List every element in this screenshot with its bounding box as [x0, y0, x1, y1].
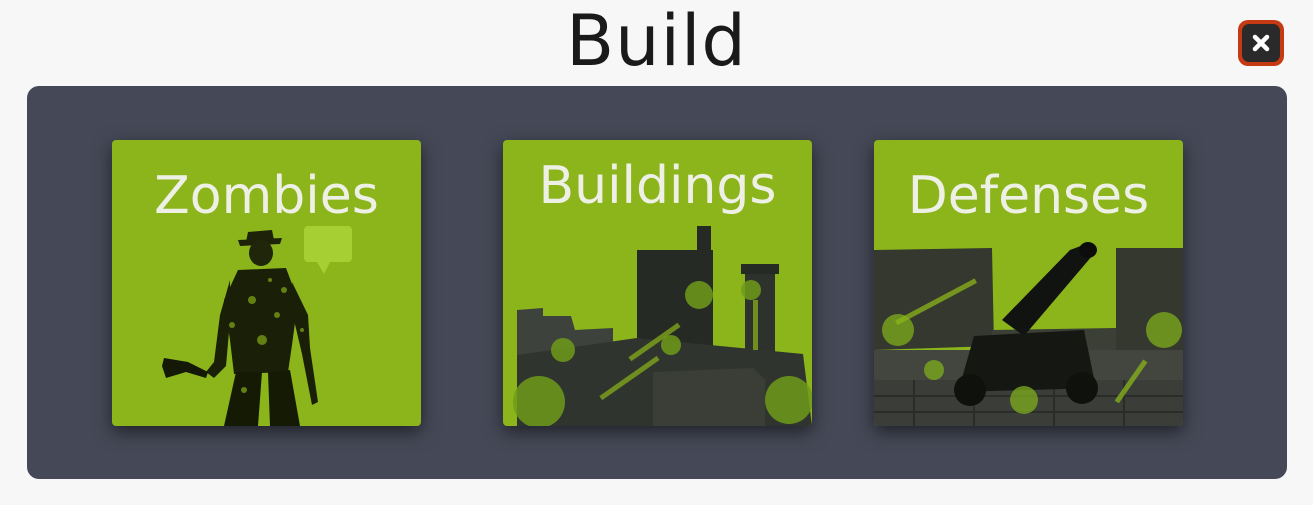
- zombies-card[interactable]: Zombies: [112, 140, 421, 426]
- defenses-card[interactable]: Defenses: [874, 140, 1183, 426]
- buildings-card[interactable]: Buildings: [503, 140, 812, 426]
- build-panel: Zombies Buildings Defenses: [27, 86, 1287, 479]
- dialog-title: Build: [566, 0, 747, 82]
- defenses-card-label: Defenses: [907, 166, 1150, 226]
- close-x-icon: [1252, 34, 1270, 52]
- close-button[interactable]: [1238, 20, 1284, 66]
- buildings-card-label: Buildings: [538, 156, 777, 216]
- zombies-card-label: Zombies: [154, 166, 379, 226]
